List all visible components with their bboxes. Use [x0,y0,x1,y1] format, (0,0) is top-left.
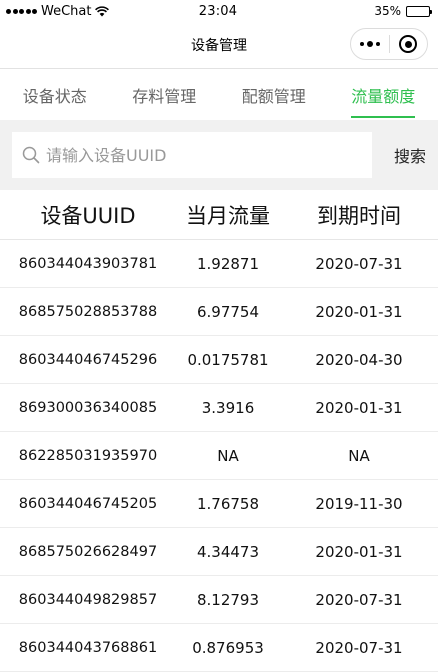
search-button[interactable]: 搜索 [394,143,428,167]
status-time: 23:04 [198,3,238,19]
cell-device-uuid: 862285031935970 [18,447,158,464]
header-expiry-date: 到期时间 [317,203,401,228]
cell-monthly-traffic: 1.76758 [196,494,260,513]
wifi-icon [95,5,110,16]
search-area: 搜索 [0,120,438,190]
cell-monthly-traffic: 8.12793 [196,590,260,609]
search-icon [22,146,40,164]
table-row[interactable]: 860344046745296 0.0175781 2020-04-30 [0,336,438,384]
table-row[interactable]: 860344043903781 1.92871 2020-07-31 [0,240,438,288]
mini-program-capsule [350,28,428,60]
cell-device-uuid: 868575028853788 [18,303,158,320]
signal-icon [6,8,37,14]
cell-monthly-traffic: 4.34473 [196,542,260,561]
header-monthly-traffic: 当月流量 [186,203,270,228]
tab-quota-management[interactable]: 配额管理 [219,69,329,120]
search-box [12,132,372,178]
tab-stock-management[interactable]: 存料管理 [110,69,220,120]
cell-device-uuid: 860344046745296 [18,351,158,368]
table-row[interactable]: 869300036340085 3.3916 2020-01-31 [0,384,438,432]
tab-device-status[interactable]: 设备状态 [0,69,110,120]
data-quota-table: 设备UUID 当月流量 到期时间 860344043903781 1.92871… [0,190,438,672]
table-row[interactable]: 868575026628497 4.34473 2020-01-31 [0,528,438,576]
table-row[interactable]: 860344046745205 1.76758 2019-11-30 [0,480,438,528]
cell-monthly-traffic: 3.3916 [201,398,255,417]
search-input[interactable] [46,145,346,165]
cell-monthly-traffic: 0.876953 [192,638,264,657]
cell-device-uuid: 860344046745205 [18,495,158,512]
status-right: 35% [300,4,432,18]
cell-device-uuid: 869300036340085 [18,399,158,416]
cell-expiry-date: 2020-01-31 [315,542,403,561]
tab-bar: 设备状态 存料管理 配额管理 流量额度 [0,68,438,120]
cell-expiry-date: 2020-07-31 [315,638,403,657]
table-header: 设备UUID 当月流量 到期时间 [0,190,438,240]
battery-icon [406,5,432,17]
more-menu-icon[interactable] [351,29,389,59]
carrier-label: WeChat [41,3,92,19]
cell-monthly-traffic: NA [217,446,239,465]
cell-monthly-traffic: 6.97754 [196,302,260,321]
close-mini-program-button[interactable] [390,29,428,59]
cell-device-uuid: 868575026628497 [18,543,158,560]
battery-percent: 35% [374,4,401,18]
table-row[interactable]: 862285031935970 NA NA [0,432,438,480]
tab-data-quota[interactable]: 流量额度 [329,69,438,120]
nav-bar: 设备管理 [0,22,438,68]
status-left: WeChat [6,4,136,19]
cell-expiry-date: NA [348,446,370,465]
status-bar: WeChat 23:04 35% [0,0,438,22]
cell-device-uuid: 860344043768861 [18,639,158,656]
cell-device-uuid: 860344049829857 [18,591,158,608]
table-row[interactable]: 860344043768861 0.876953 2020-07-31 [0,624,438,672]
cell-monthly-traffic: 1.92871 [196,254,260,273]
cell-expiry-date: 2020-07-31 [315,254,403,273]
table-row[interactable]: 860344049829857 8.12793 2020-07-31 [0,576,438,624]
cell-expiry-date: 2020-01-31 [315,398,403,417]
page-title: 设备管理 [191,38,247,54]
cell-expiry-date: 2020-07-31 [315,590,403,609]
table-row[interactable]: 868575028853788 6.97754 2020-01-31 [0,288,438,336]
cell-monthly-traffic: 0.0175781 [187,350,269,369]
cell-expiry-date: 2020-01-31 [315,302,403,321]
target-icon [399,35,418,53]
header-device-uuid: 设备UUID [40,203,136,228]
cell-expiry-date: 2020-04-30 [315,350,403,369]
cell-device-uuid: 860344043903781 [18,255,158,272]
cell-expiry-date: 2019-11-30 [315,494,403,513]
